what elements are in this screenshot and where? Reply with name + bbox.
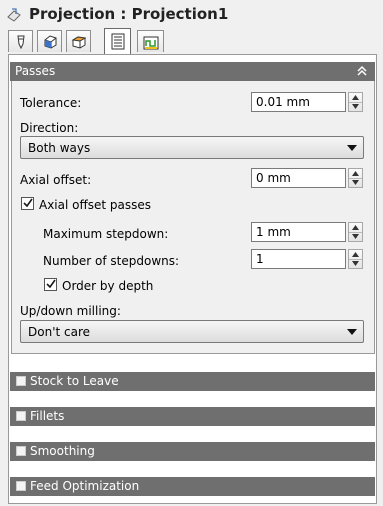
passes-header-label: Passes: [15, 64, 56, 78]
tool-icon: [17, 35, 25, 50]
spin-down-button[interactable]: [349, 178, 362, 187]
feed-optimization-checkbox[interactable]: [16, 481, 26, 491]
num-stepdowns-label: Number of stepdowns:: [43, 254, 180, 268]
direction-label: Direction:: [20, 121, 79, 135]
chevron-down-icon: [347, 145, 357, 151]
linking-icon: [143, 36, 159, 50]
title-bar: Projection : Projection1: [0, 0, 383, 30]
tab-tool[interactable]: [8, 30, 33, 52]
axial-offset-spinner[interactable]: [348, 168, 363, 188]
tolerance-spinner[interactable]: [348, 92, 363, 112]
arrow-up-icon: [352, 171, 359, 176]
fillets-label: Fillets: [30, 409, 65, 423]
spin-down-button[interactable]: [349, 102, 362, 111]
checkmark-icon: [46, 279, 56, 289]
axial-offset-passes-label: Axial offset passes: [39, 198, 152, 212]
tab-linking[interactable]: [137, 30, 164, 52]
window-title: Projection : Projection1: [29, 5, 229, 23]
smoothing-section-header[interactable]: Smoothing: [10, 442, 375, 461]
arrow-down-icon: [352, 104, 359, 109]
passes-icon: [111, 33, 125, 50]
tab-heights[interactable]: [66, 30, 91, 52]
feed-optimization-label: Feed Optimization: [30, 479, 140, 493]
stock-to-leave-section-header[interactable]: Stock to Leave: [10, 372, 375, 391]
smoothing-checkbox[interactable]: [16, 446, 26, 456]
tab-geometry[interactable]: [37, 30, 62, 52]
geometry-icon: [44, 35, 57, 49]
arrow-up-icon: [352, 252, 359, 257]
direction-value: Both ways: [28, 141, 91, 155]
arrow-up-icon: [352, 95, 359, 100]
num-stepdowns-input[interactable]: 1: [251, 249, 346, 269]
updown-milling-value: Don't care: [28, 325, 91, 339]
tolerance-input[interactable]: 0.01 mm: [251, 92, 346, 112]
updown-milling-label: Up/down milling:: [20, 304, 121, 318]
axial-offset-passes-checkbox[interactable]: [21, 197, 34, 210]
projection-icon: [7, 8, 21, 22]
tolerance-label: Tolerance:: [20, 96, 82, 110]
checkmark-icon: [23, 198, 33, 208]
stock-to-leave-checkbox[interactable]: [16, 376, 26, 386]
updown-milling-select[interactable]: Don't care: [20, 320, 364, 343]
order-by-depth-checkbox[interactable]: [44, 278, 57, 291]
heights-icon: [71, 36, 87, 49]
passes-section-header[interactable]: Passes: [10, 62, 375, 81]
arrow-up-icon: [352, 225, 359, 230]
feed-optimization-section-header[interactable]: Feed Optimization: [10, 477, 375, 496]
order-by-depth-label: Order by depth: [62, 279, 154, 293]
direction-select[interactable]: Both ways: [20, 136, 364, 159]
max-stepdown-label: Maximum stepdown:: [43, 227, 169, 241]
arrow-down-icon: [352, 234, 359, 239]
max-stepdown-input[interactable]: 1 mm: [251, 222, 346, 242]
axial-offset-label: Axial offset:: [20, 173, 92, 187]
collapse-icon[interactable]: [356, 65, 368, 77]
axial-offset-input[interactable]: 0 mm: [251, 168, 346, 188]
spin-down-button[interactable]: [349, 232, 362, 241]
num-stepdowns-spinner[interactable]: [348, 249, 363, 269]
chevron-down-icon: [347, 329, 357, 335]
arrow-down-icon: [352, 261, 359, 266]
fillets-section-header[interactable]: Fillets: [10, 407, 375, 426]
max-stepdown-spinner[interactable]: [348, 222, 363, 242]
stock-to-leave-label: Stock to Leave: [30, 374, 119, 388]
smoothing-label: Smoothing: [30, 444, 95, 458]
fillets-checkbox[interactable]: [16, 411, 26, 421]
arrow-down-icon: [352, 180, 359, 185]
spin-down-button[interactable]: [349, 259, 362, 268]
tab-passes[interactable]: [104, 28, 131, 54]
